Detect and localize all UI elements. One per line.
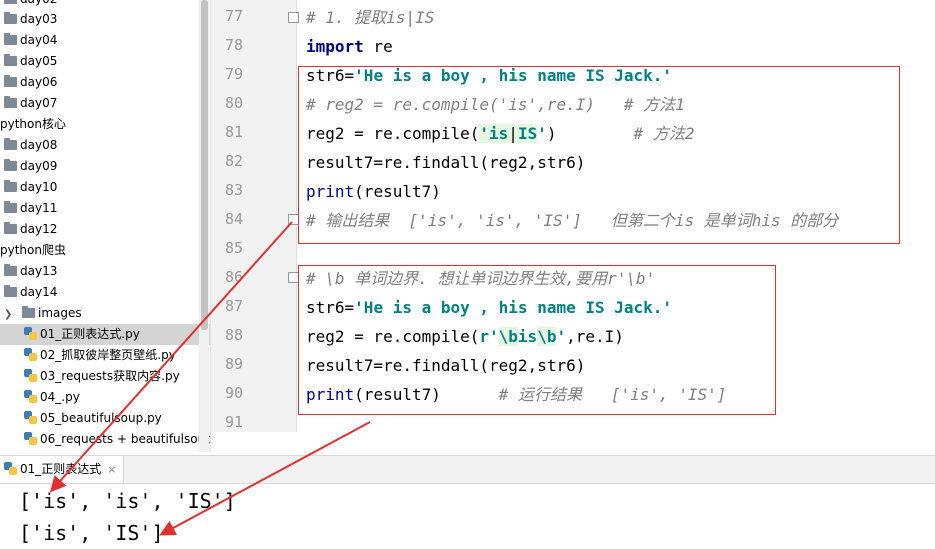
arrow-to-output-2 (159, 421, 371, 536)
annotation-arrows (49, 221, 371, 536)
arrow-to-output-1 (49, 221, 293, 493)
